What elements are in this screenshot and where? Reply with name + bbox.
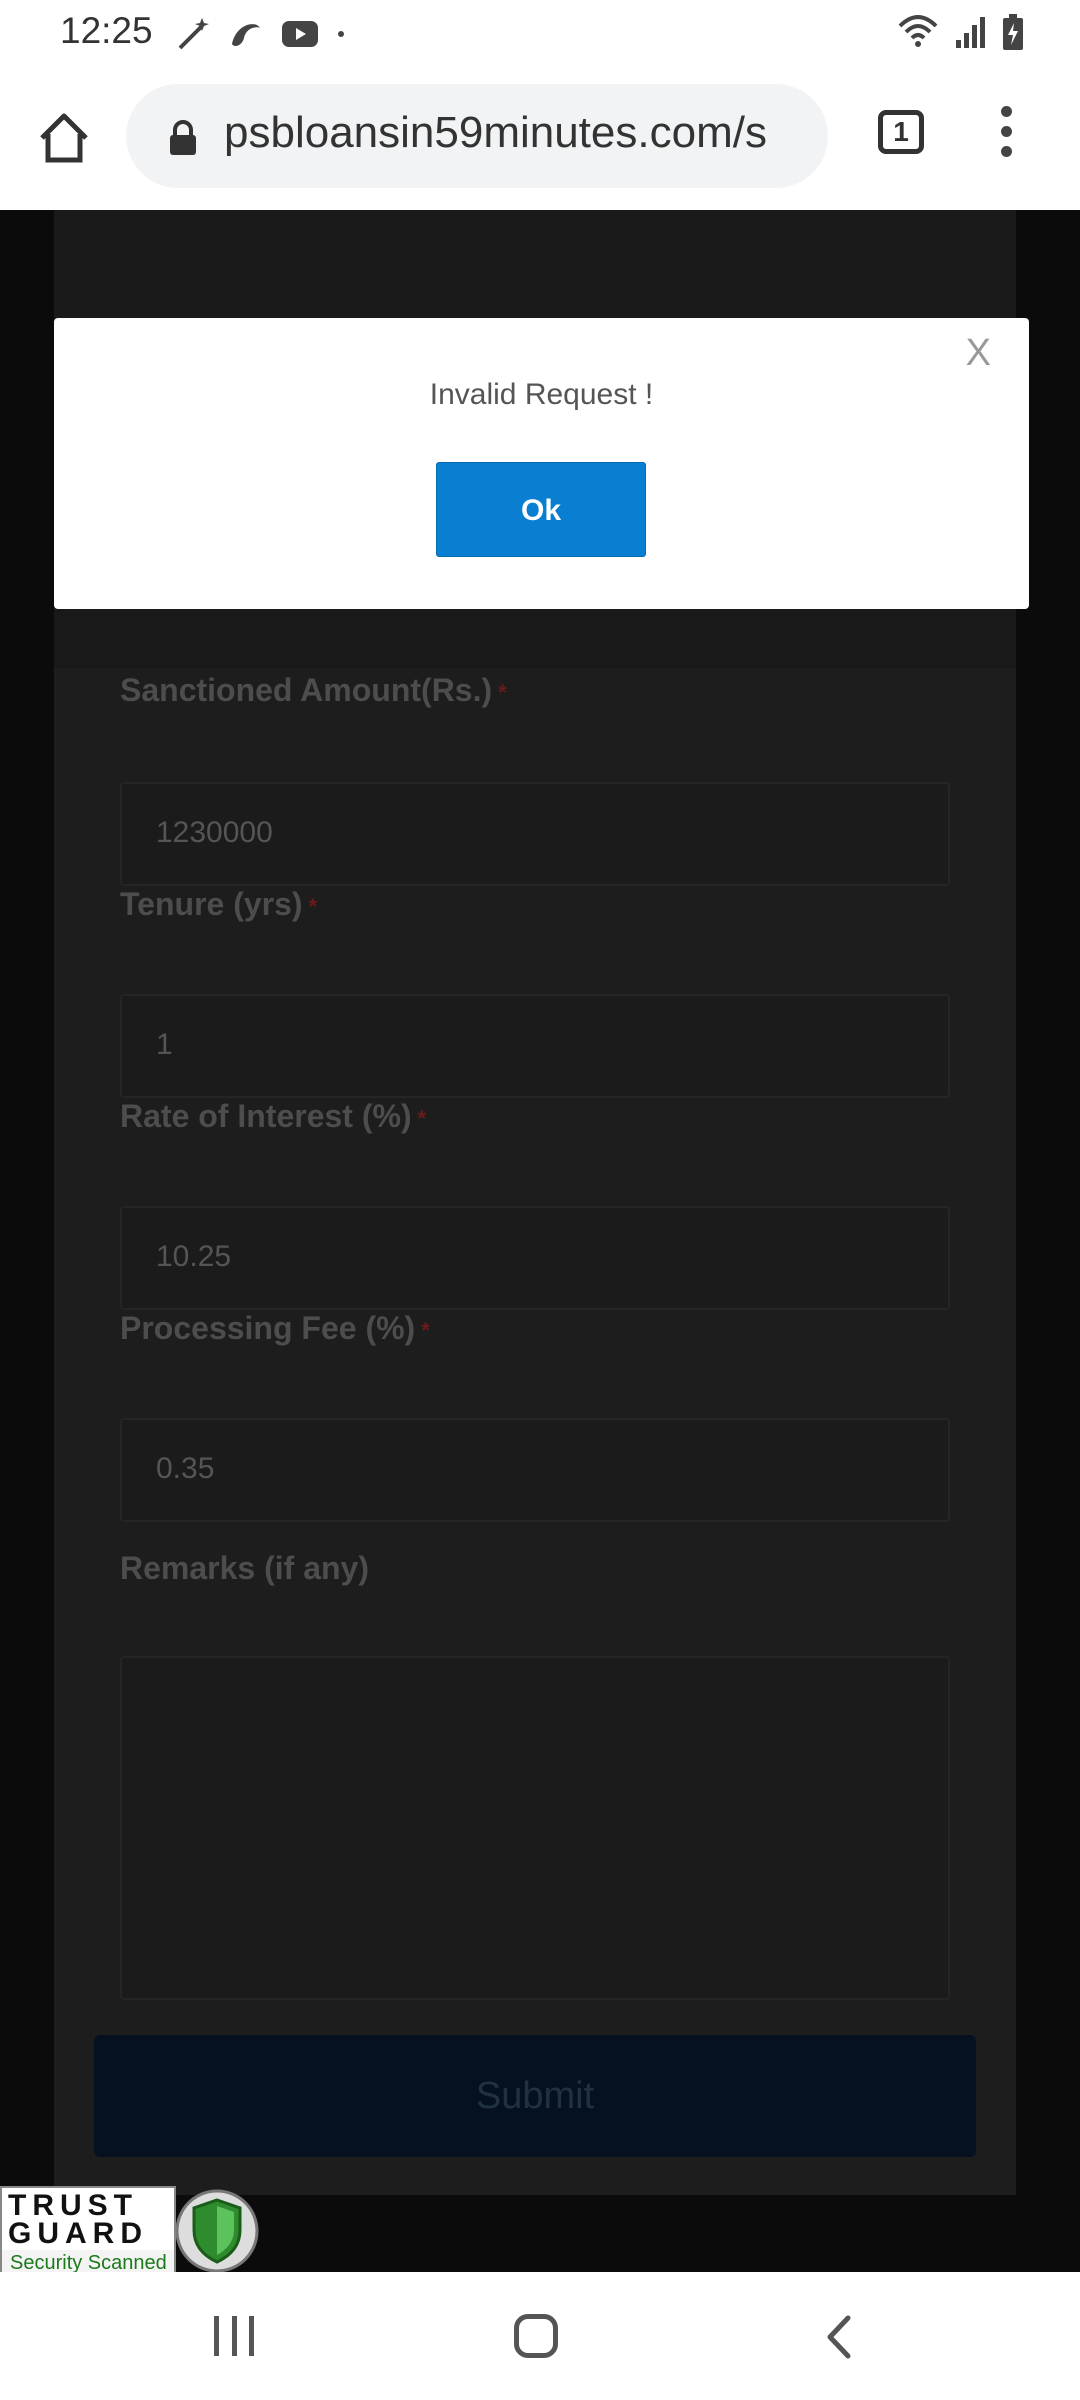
ok-button[interactable]: Ok: [436, 462, 646, 557]
screen: 12:25 psbloansin59minutes.com/s 1 Sancti…: [0, 0, 1080, 2400]
alert-message: Invalid Request !: [429, 378, 654, 411]
youtube-icon: [282, 21, 318, 47]
trust-guard-badge[interactable]: TRUST GUARD Security Scanned: [0, 2186, 262, 2276]
card-header-area: [54, 210, 1016, 320]
status-right-icons: [896, 12, 1024, 52]
sanctioned-amount-label: Sanctioned Amount(Rs.) *: [120, 672, 507, 708]
recent-apps-icon[interactable]: [214, 2316, 254, 2356]
sanctioned-amount-input[interactable]: 1230000: [120, 782, 950, 886]
close-icon[interactable]: X: [966, 332, 991, 375]
url-text: psbloansin59minutes.com/s: [224, 108, 767, 157]
signal-icon: [956, 17, 985, 48]
alert-dialog: X Invalid Request ! Ok: [54, 318, 1029, 609]
lock-icon: [170, 120, 196, 155]
wifi-icon: [898, 15, 938, 47]
remarks-textarea[interactable]: [120, 1656, 950, 2000]
shield-icon: [175, 2189, 259, 2273]
rate-of-interest-label: Rate of Interest (%) *: [120, 1098, 427, 1134]
magic-wand-icon: [178, 18, 209, 50]
back-icon[interactable]: [820, 2312, 860, 2362]
trust-guard-label: TRUST GUARD Security Scanned: [0, 2186, 176, 2276]
card-divider: [54, 608, 1016, 668]
more-menu-icon[interactable]: [990, 106, 1022, 170]
battery-charging-icon: [1003, 14, 1023, 50]
processing-fee-input[interactable]: 0.35: [120, 1418, 950, 1522]
remarks-label: Remarks (if any): [120, 1550, 369, 1586]
home-icon[interactable]: [36, 110, 92, 166]
processing-fee-value: 0.35: [156, 1452, 215, 1485]
tenure-value: 1: [156, 1028, 173, 1061]
browser-toolbar: psbloansin59minutes.com/s 1: [0, 66, 1080, 210]
rate-of-interest-input[interactable]: 10.25: [120, 1206, 950, 1310]
home-nav-icon[interactable]: [514, 2314, 558, 2358]
status-time: 12:25: [60, 10, 153, 51]
rate-of-interest-value: 10.25: [156, 1240, 232, 1273]
tab-switcher-button[interactable]: 1: [878, 110, 924, 154]
tenure-input[interactable]: 1: [120, 994, 950, 1098]
status-left-icons: [172, 14, 348, 54]
status-bar: 12:25: [0, 0, 1080, 66]
notification-dot-icon: [338, 31, 344, 37]
sanctioned-amount-value: 1230000: [156, 816, 273, 849]
system-nav-bar: [0, 2272, 1080, 2400]
url-bar[interactable]: psbloansin59minutes.com/s: [126, 84, 828, 188]
submit-button[interactable]: Submit: [94, 2035, 976, 2157]
processing-fee-label: Processing Fee (%) *: [120, 1310, 430, 1346]
app-swirl-icon: [232, 24, 260, 46]
tenure-label: Tenure (yrs) *: [120, 886, 318, 922]
